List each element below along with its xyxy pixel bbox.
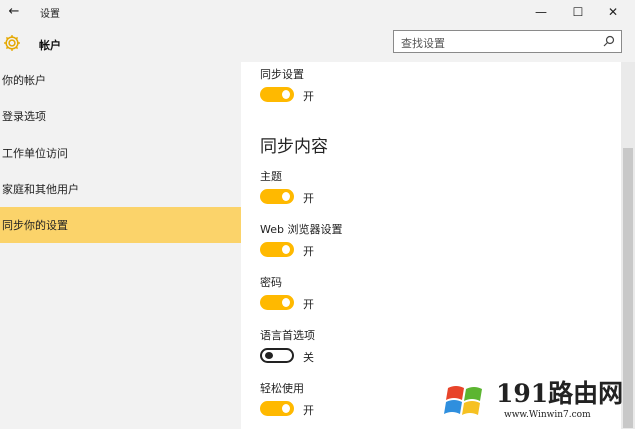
sidebar-item-label: 工作单位访问 [2,147,68,160]
toggle-knob [282,298,290,307]
theme-state: 开 [303,192,314,205]
toggle-knob [282,245,290,254]
watermark: 191路由网 www.Winwin7.com [440,372,632,426]
passwords-state: 开 [303,298,314,311]
search-input[interactable]: 查找设置 [393,30,622,53]
search-icon[interactable] [603,35,615,47]
windows-logo-icon [444,386,482,415]
passwords-toggle[interactable] [260,295,294,310]
watermark-url: www.Winwin7.com [504,410,591,420]
language-prefs-state: 关 [303,351,314,364]
sync-settings-state: 开 [303,90,314,103]
sync-settings-label: 同步设置 [260,68,304,81]
minimize-button[interactable]: — [524,0,558,25]
sidebar-item-sync-settings[interactable]: 同步你的设置 [0,207,241,243]
sidebar-item-work-access[interactable]: 工作单位访问 [0,135,241,171]
sync-settings-toggle[interactable] [260,87,294,102]
page-header: 帐户 查找设置 [0,25,635,62]
maximize-button[interactable]: ☐ [561,0,595,25]
window-title: 设置 [40,9,60,20]
browser-settings-state: 开 [303,245,314,258]
language-prefs-label: 语言首选项 [260,329,315,342]
back-arrow-icon[interactable]: ← [6,3,22,21]
toggle-knob [282,404,290,413]
watermark-text: 191路由网 [496,379,624,408]
language-prefs-toggle[interactable] [260,348,294,363]
browser-settings-toggle[interactable] [260,242,294,257]
search-placeholder: 查找设置 [401,37,445,50]
sidebar-item-label: 登录选项 [2,110,46,123]
ease-of-access-state: 开 [303,404,314,417]
page-title: 帐户 [39,39,61,52]
title-bar: ← 设置 — ☐ ✕ [0,0,635,25]
sidebar-item-label: 你的帐户 [2,74,46,87]
toggle-knob [265,352,273,359]
sidebar: 你的帐户 登录选项 工作单位访问 家庭和其他用户 同步你的设置 [0,62,241,429]
gear-icon [4,35,20,51]
close-button[interactable]: ✕ [596,0,630,25]
ease-of-access-label: 轻松使用 [260,382,304,395]
browser-settings-label: Web 浏览器设置 [260,223,343,236]
passwords-label: 密码 [260,276,282,289]
sidebar-item-label: 同步你的设置 [2,219,68,232]
theme-label: 主题 [260,170,282,183]
theme-toggle[interactable] [260,189,294,204]
toggle-knob [282,90,290,99]
ease-of-access-toggle[interactable] [260,401,294,416]
sidebar-item-your-account[interactable]: 你的帐户 [0,62,241,98]
toggle-knob [282,192,290,201]
sidebar-item-sign-in-options[interactable]: 登录选项 [0,98,241,134]
sidebar-item-label: 家庭和其他用户 [2,183,79,196]
sidebar-item-family-other-users[interactable]: 家庭和其他用户 [0,171,241,207]
section-title: 同步内容 [260,137,328,157]
